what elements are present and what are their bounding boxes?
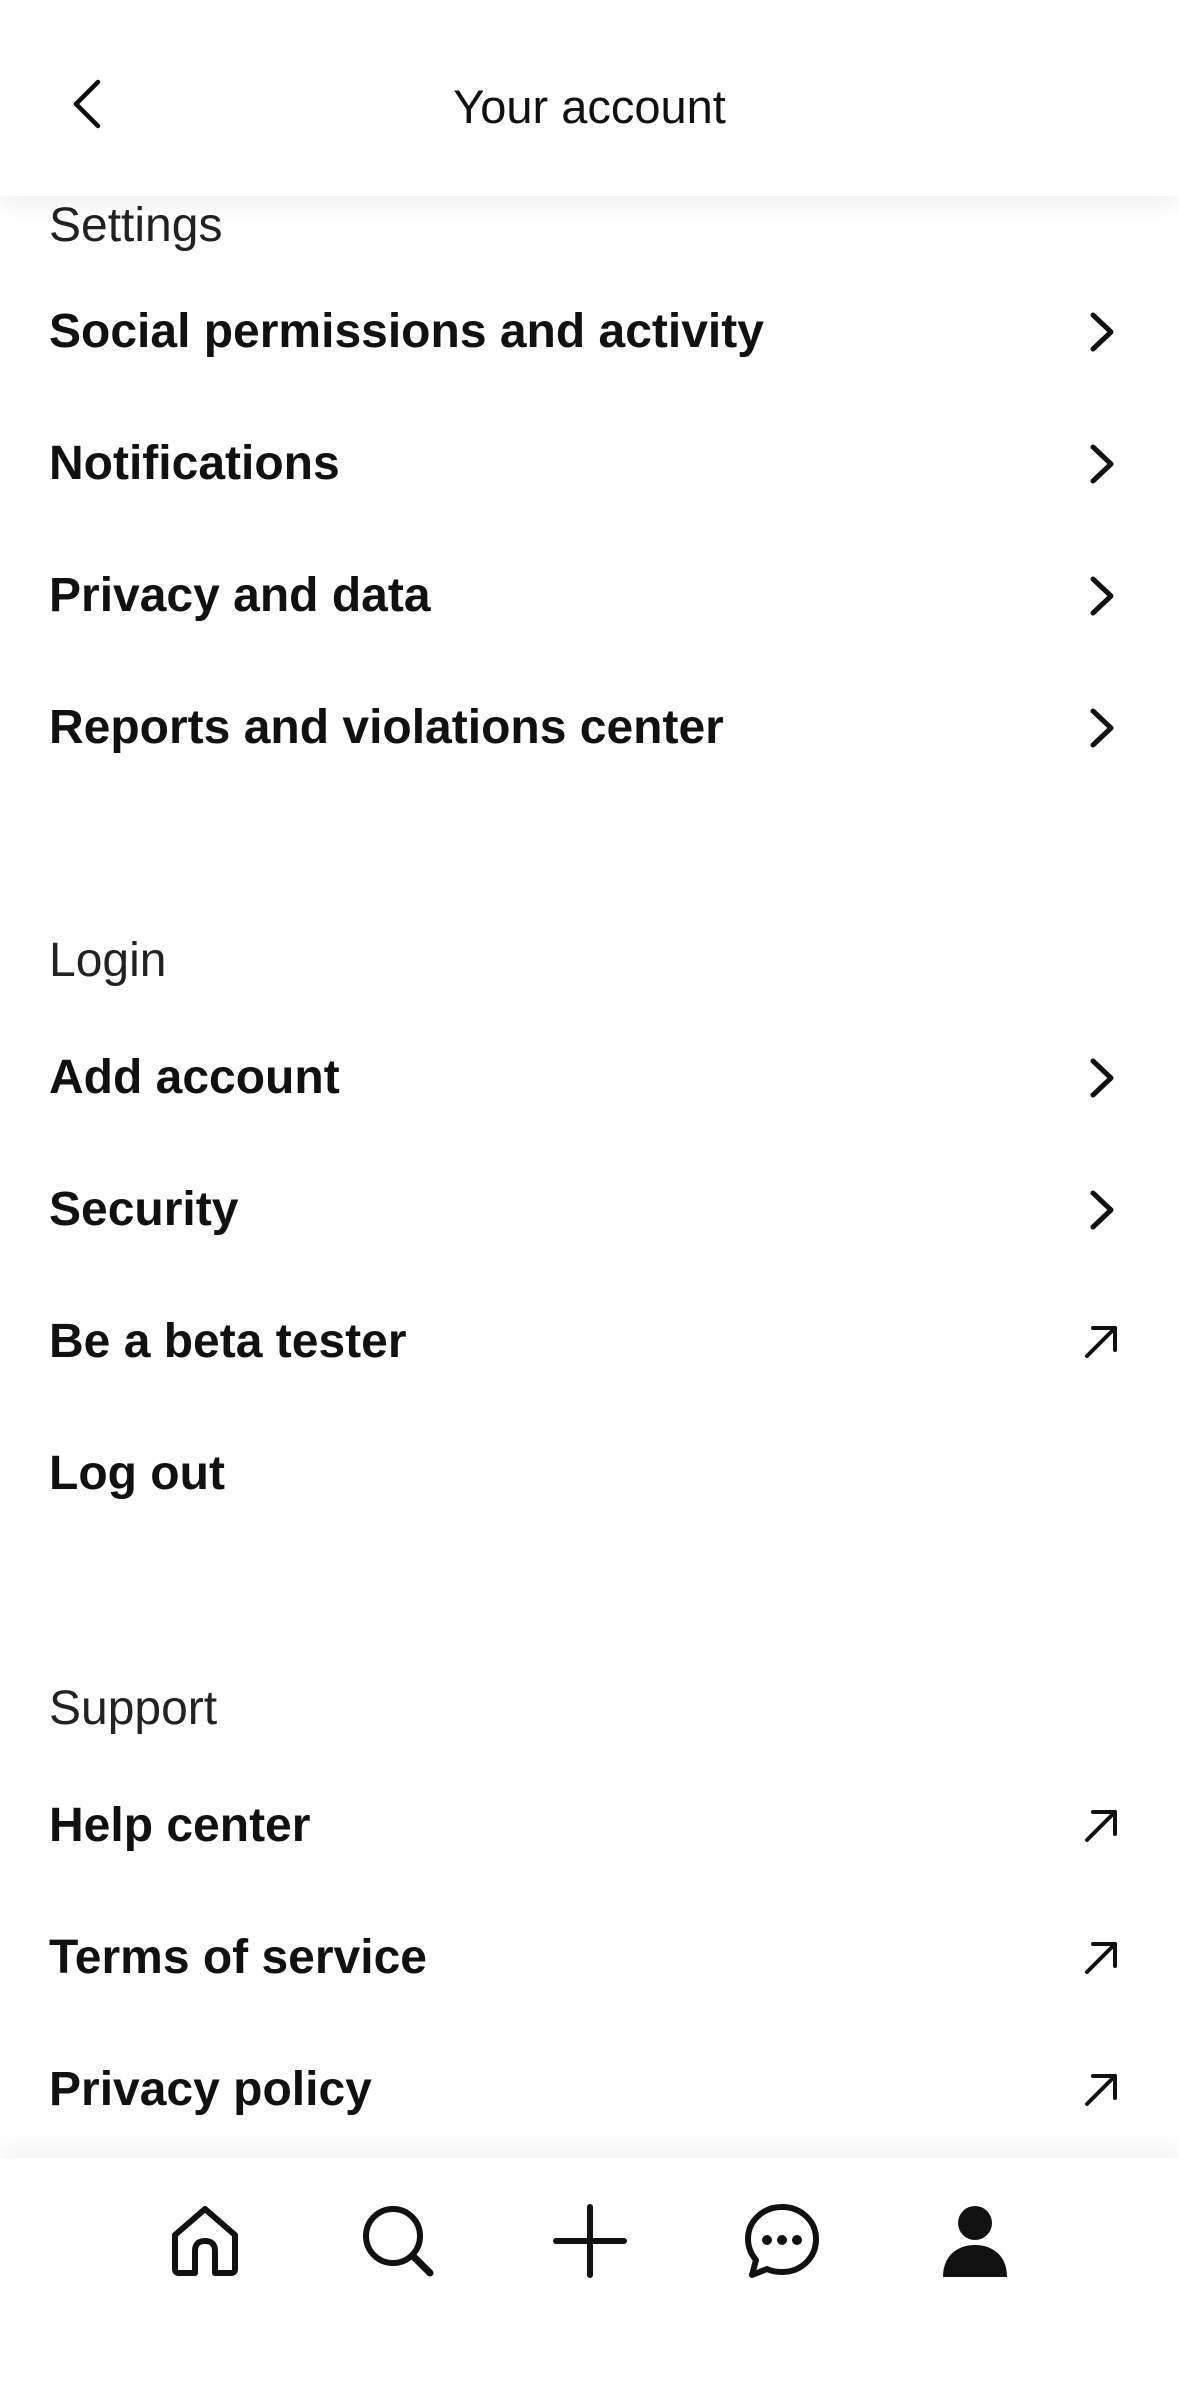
home-icon <box>172 2206 238 2276</box>
row-label: Notifications <box>49 437 340 490</box>
row-reports-center[interactable]: Reports and violations center <box>0 662 1179 794</box>
chevron-right-icon <box>1075 570 1127 622</box>
row-security[interactable]: Security <box>0 1144 1179 1276</box>
chat-icon <box>745 2204 819 2278</box>
row-privacy-and-data[interactable]: Privacy and data <box>0 530 1179 662</box>
profile-icon <box>943 2206 1007 2277</box>
section-header-login: Login <box>49 934 167 987</box>
row-label: Help center <box>49 1799 311 1852</box>
search-icon <box>363 2206 434 2277</box>
row-terms-of-service[interactable]: Terms of service <box>0 1892 1179 2024</box>
page-title: Your account <box>453 80 726 133</box>
bottom-tab-bar <box>0 2158 1179 2396</box>
section-header-support: Support <box>49 1682 218 1735</box>
tab-home[interactable] <box>150 2186 260 2296</box>
row-notifications[interactable]: Notifications <box>0 398 1179 530</box>
row-label: Terms of service <box>49 1931 427 1984</box>
external-link-icon <box>1075 1316 1127 1368</box>
row-label: Add account <box>49 1051 340 1104</box>
row-add-account[interactable]: Add account <box>0 1012 1179 1144</box>
row-log-out[interactable]: Log out <box>0 1408 1179 1540</box>
settings-list[interactable]: Settings Social permissions and activity… <box>0 196 1179 2158</box>
plus-icon <box>553 2204 627 2278</box>
tab-search[interactable] <box>343 2186 453 2296</box>
chevron-right-icon <box>1075 306 1127 358</box>
row-help-center[interactable]: Help center <box>0 1760 1179 1892</box>
row-label: Security <box>49 1183 239 1236</box>
row-label: Be a beta tester <box>49 1315 407 1368</box>
chevron-right-icon <box>1075 702 1127 754</box>
external-link-icon <box>1075 2064 1127 2116</box>
row-label: Log out <box>49 1447 225 1500</box>
chevron-right-icon <box>1075 1184 1127 1236</box>
chevron-right-icon <box>1075 438 1127 490</box>
row-label: Privacy policy <box>49 2063 372 2116</box>
row-label: Social permissions and activity <box>49 305 764 358</box>
external-link-icon <box>1075 1932 1127 1984</box>
chevron-left-icon <box>73 79 101 129</box>
tab-create[interactable] <box>535 2186 645 2296</box>
chevron-right-icon <box>1075 1052 1127 1104</box>
back-button[interactable] <box>50 68 122 140</box>
section-header-settings: Settings <box>49 199 223 252</box>
row-privacy-policy[interactable]: Privacy policy <box>0 2024 1179 2156</box>
row-label: Privacy and data <box>49 569 431 622</box>
row-social-permissions[interactable]: Social permissions and activity <box>0 266 1179 398</box>
row-label: Reports and violations center <box>49 701 724 754</box>
tab-profile[interactable] <box>920 2186 1030 2296</box>
tab-messages[interactable] <box>727 2186 837 2296</box>
external-link-icon <box>1075 1800 1127 1852</box>
row-beta-tester[interactable]: Be a beta tester <box>0 1276 1179 1408</box>
top-bar: Your account <box>0 0 1179 196</box>
